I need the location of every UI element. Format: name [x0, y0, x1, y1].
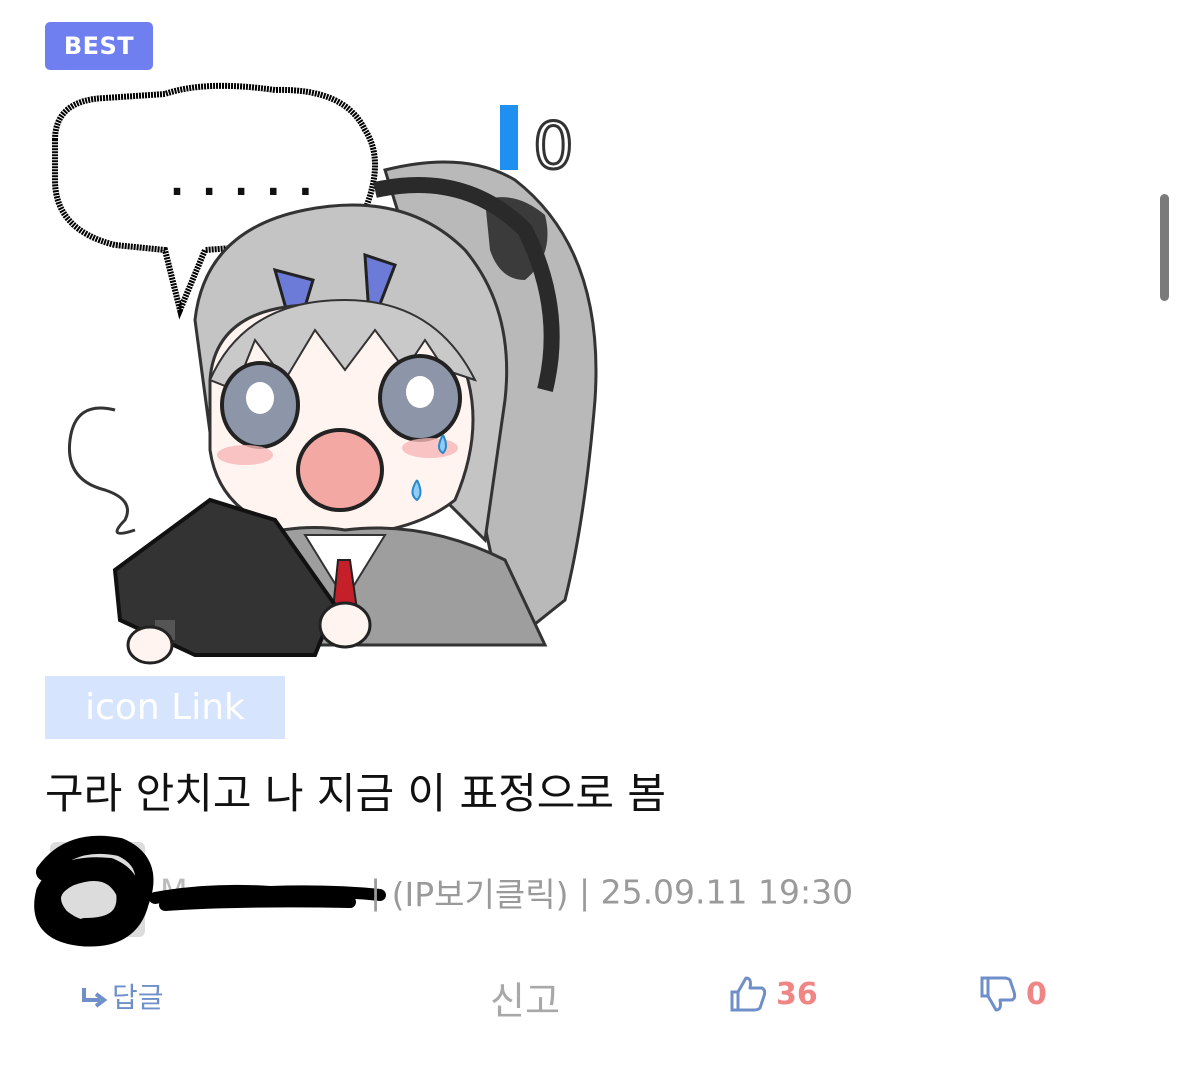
- scrollbar-thumb[interactable]: [1160, 194, 1169, 301]
- ip-view-link[interactable]: (IP보기클릭): [392, 875, 569, 914]
- counter-bar: [500, 105, 518, 170]
- best-badge-label: BEST: [63, 32, 135, 60]
- meta-separator: |: [578, 872, 591, 912]
- avatar[interactable]: [30, 832, 160, 952]
- report-button[interactable]: 신고: [490, 970, 560, 1025]
- counter-digit: 0: [533, 110, 574, 184]
- report-label: 신고: [490, 979, 560, 1023]
- like-button[interactable]: 36: [728, 974, 818, 1014]
- reply-arrow-icon: [82, 988, 108, 1008]
- speech-bubble-text: .....: [165, 159, 325, 205]
- icon-link-label: icon Link: [85, 687, 245, 728]
- icon-link-button[interactable]: icon Link: [45, 676, 285, 739]
- reply-label: 답글: [112, 981, 164, 1014]
- comment-meta: | (IP보기클릭) | 25.09.11 19:30: [370, 868, 853, 916]
- username-redaction: M: [150, 872, 386, 911]
- dislike-button[interactable]: 0: [978, 974, 1047, 1014]
- comment-body: 구라 안치고 나 지금 이 표정으로 봄: [45, 769, 667, 818]
- comment-item: BEST ..... 0 icon Link 구라 안치고 나 지금 이 표정으…: [0, 0, 1179, 1067]
- meta-separator: |: [370, 872, 382, 912]
- comment-datetime: 25.09.11 19:30: [600, 872, 854, 912]
- reply-button[interactable]: 답글: [80, 976, 164, 1016]
- best-badge: BEST: [45, 22, 153, 70]
- emoticon-image[interactable]: ..... 0: [45, 80, 605, 670]
- thumbs-down-icon: [980, 976, 1017, 1012]
- thumbs-up-icon: [730, 976, 767, 1012]
- dislike-count: 0: [1026, 976, 1047, 1012]
- like-count: 36: [776, 976, 818, 1012]
- comment-actions: 답글 신고 36 0: [0, 968, 1179, 1028]
